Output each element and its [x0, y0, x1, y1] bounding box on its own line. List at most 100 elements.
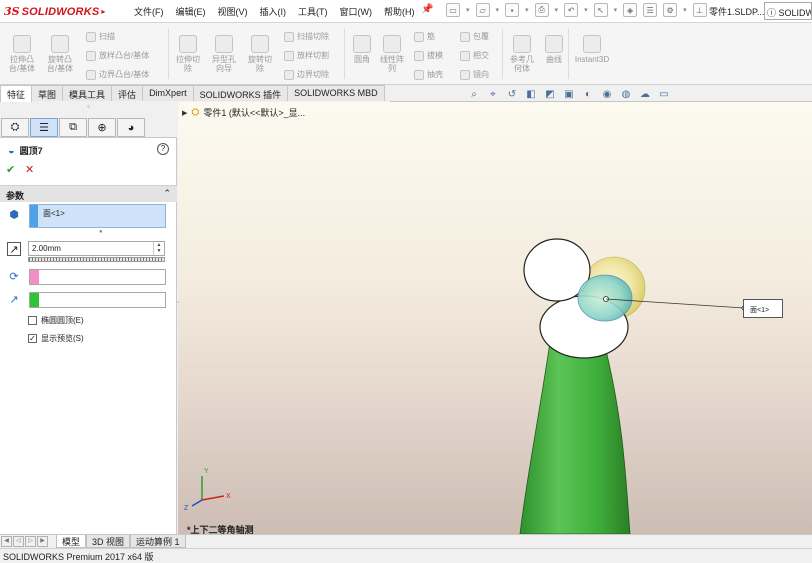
- tab-motion-study[interactable]: 运动算例 1: [130, 535, 186, 548]
- feature-manager-tree-icon[interactable]: ⛭: [1, 118, 29, 137]
- dimxpert-manager-icon[interactable]: ⊕: [88, 118, 116, 137]
- rebuild-icon[interactable]: ◈: [623, 3, 638, 17]
- menu-view[interactable]: 视图(V): [218, 5, 248, 18]
- section-view-icon[interactable]: ◧: [524, 88, 538, 102]
- display-manager-icon[interactable]: ◕: [117, 118, 145, 137]
- menu-help[interactable]: 帮助(H): [384, 5, 415, 18]
- tab-sketch[interactable]: 草图: [31, 85, 64, 101]
- help-search-input[interactable]: ⓘ SOLIDWO: [764, 2, 812, 20]
- menu-bar: 文件(F) 编辑(E) 视图(V) 插入(I) 工具(T) 窗口(W) 帮助(H…: [134, 5, 415, 18]
- extrude-boss-button[interactable]: 拉伸凸 台/基体: [6, 35, 38, 73]
- cancel-button[interactable]: ✕: [25, 163, 34, 176]
- swept-cut-button[interactable]: 扫描切除: [284, 31, 329, 42]
- faces-to-dome-field[interactable]: 面<1>: [29, 204, 166, 228]
- extrude-cut-button[interactable]: 拉伸切 除: [172, 35, 204, 73]
- options-gear-icon[interactable]: ⚙: [663, 3, 678, 17]
- loft-button[interactable]: 放样凸台/基体: [86, 50, 149, 61]
- tab-3d-views[interactable]: 3D 视图: [86, 535, 131, 548]
- shell-button[interactable]: 抽壳: [414, 69, 443, 80]
- show-preview-checkbox[interactable]: ✓ 显示预览(S): [28, 333, 84, 344]
- parameters-section-header[interactable]: 参数 ⌃: [0, 185, 177, 202]
- graphics-viewport[interactable]: Y X Z: [178, 102, 812, 534]
- tab-dimxpert[interactable]: DimXpert: [142, 85, 194, 101]
- view-orientation-icon[interactable]: ▣: [562, 88, 576, 102]
- undo-icon[interactable]: ↶: [564, 3, 579, 17]
- distance-spinner[interactable]: ▲ ▼: [153, 242, 164, 255]
- model-view[interactable]: Y X Z: [178, 102, 812, 534]
- fillet-button[interactable]: 圆角: [346, 35, 378, 64]
- distance-input[interactable]: 2.00mm: [28, 241, 165, 256]
- menu-window[interactable]: 窗口(W): [340, 5, 373, 18]
- first-tab-icon[interactable]: ◀: [1, 536, 12, 547]
- linear-pattern-button[interactable]: 线性阵 列: [376, 35, 408, 73]
- file-properties-icon[interactable]: ☰: [643, 3, 658, 17]
- new-document-icon[interactable]: ▭: [446, 3, 460, 17]
- edit-appearance-icon[interactable]: ◍: [619, 88, 633, 102]
- view-settings-icon[interactable]: ▭: [657, 88, 671, 102]
- heads-up-view-toolbar: ⌕ ⌖ ↺ ◧ ◩ ▣ ◐ ◉ ◍ ☁ ▭: [467, 88, 671, 102]
- dynamic-annotation-icon[interactable]: ◩: [543, 88, 557, 102]
- help-button[interactable]: ?: [157, 143, 169, 155]
- panel-splitter[interactable]: ◦: [0, 102, 177, 116]
- zoom-to-fit-icon[interactable]: ⌕: [467, 88, 481, 102]
- field-resize-handle[interactable]: ●: [99, 229, 103, 235]
- open-document-icon[interactable]: ▱: [475, 3, 490, 17]
- hole-wizard-button[interactable]: 异型孔 向导: [208, 35, 240, 73]
- tree-expand-icon[interactable]: ▶: [182, 109, 187, 117]
- ok-button[interactable]: ✔: [6, 163, 15, 176]
- tab-solidworks-addins[interactable]: SOLIDWORKS 插件: [192, 85, 289, 101]
- face-callout[interactable]: 面<1>: [743, 299, 783, 318]
- draft-button[interactable]: 拔模: [414, 50, 443, 61]
- print-icon[interactable]: ⎙: [534, 3, 549, 17]
- distance-thumbwheel[interactable]: [28, 257, 165, 262]
- flyout-feature-tree[interactable]: ▶ ⛭ 零件1 (默认<<默认>_显...: [182, 106, 305, 119]
- save-icon[interactable]: ▪: [505, 3, 520, 17]
- wrap-button[interactable]: 包覆: [460, 31, 489, 42]
- elliptical-dome-checkbox[interactable]: 椭圆圆顶(E): [28, 315, 84, 326]
- curves-button[interactable]: 曲线: [538, 35, 570, 64]
- boundary-boss-label: 边界凸台/基体: [99, 70, 150, 79]
- property-manager-icon[interactable]: ☰: [30, 118, 58, 137]
- part-label[interactable]: 零件1 (默认<<默认>_显...: [203, 106, 305, 119]
- lofted-cut-button[interactable]: 放样切割: [284, 50, 329, 61]
- pin-toolbar-icon[interactable]: ⊥: [692, 3, 707, 17]
- apply-scene-icon[interactable]: ☁: [638, 88, 652, 102]
- direction-field[interactable]: [29, 292, 166, 308]
- tab-model[interactable]: 模型: [56, 535, 87, 548]
- revolve-boss-button[interactable]: 旋转凸 台/基体: [44, 35, 76, 73]
- solidworks-logo[interactable]: 3S SOLIDWORKS ▸: [4, 2, 114, 21]
- reference-triad: Y X Z: [184, 468, 231, 512]
- instant3d-button[interactable]: Instant3D: [572, 35, 612, 64]
- display-style-icon[interactable]: ◐: [581, 88, 595, 102]
- last-tab-icon[interactable]: ▶: [37, 536, 48, 547]
- pin-menu-icon[interactable]: 📌: [421, 4, 433, 15]
- elliptical-checkbox-box[interactable]: [28, 316, 37, 325]
- reference-geometry-button[interactable]: 参考几 何体: [506, 35, 538, 73]
- previous-tab-icon[interactable]: ◁: [13, 536, 24, 547]
- sweep-button[interactable]: 扫描: [86, 31, 115, 42]
- next-tab-icon[interactable]: ▷: [25, 536, 36, 547]
- constraint-point-field[interactable]: [29, 269, 166, 285]
- hide-show-items-icon[interactable]: ◉: [600, 88, 614, 102]
- menu-file[interactable]: 文件(F): [134, 5, 164, 18]
- tab-solidworks-mbd[interactable]: SOLIDWORKS MBD: [287, 85, 385, 101]
- select-icon[interactable]: ↖: [593, 3, 608, 17]
- rib-button[interactable]: 筋: [414, 31, 435, 42]
- collapse-chevron-icon[interactable]: ⌃: [163, 188, 171, 199]
- zoom-area-icon[interactable]: ⌖: [486, 88, 500, 102]
- configuration-manager-icon[interactable]: ⧉: [59, 118, 87, 137]
- tab-evaluate[interactable]: 评估: [111, 85, 144, 101]
- panel-collapse-grip[interactable]: ◦: [177, 300, 183, 320]
- intersect-button[interactable]: 相交: [460, 50, 489, 61]
- menu-tools[interactable]: 工具(T): [298, 5, 328, 18]
- tab-features[interactable]: 特征: [0, 85, 33, 102]
- mirror-button[interactable]: 镜向: [460, 69, 489, 80]
- boundary-boss-button[interactable]: 边界凸台/基体: [86, 69, 149, 80]
- previous-view-icon[interactable]: ↺: [505, 88, 519, 102]
- menu-insert[interactable]: 插入(I): [260, 5, 287, 18]
- revolve-cut-button[interactable]: 旋转切 除: [244, 35, 276, 73]
- preview-checkbox-box[interactable]: ✓: [28, 334, 37, 343]
- boundary-cut-button[interactable]: 边界切除: [284, 69, 329, 80]
- menu-edit[interactable]: 编辑(E): [176, 5, 206, 18]
- tab-mold-tools[interactable]: 模具工具: [62, 85, 113, 101]
